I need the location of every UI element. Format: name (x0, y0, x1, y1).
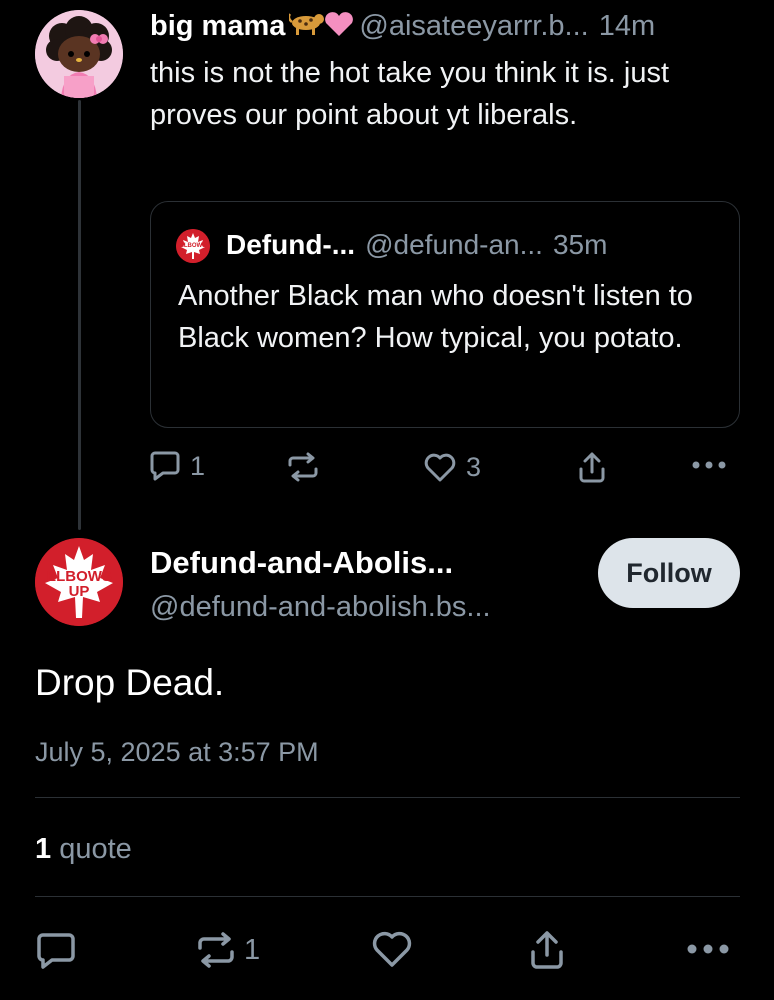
reply-count: 1 (190, 450, 206, 481)
quoted-post-card[interactable]: ELBOWS Defund-... @defund-an... 35m Anothe… (150, 201, 740, 428)
quoted-author-handle[interactable]: @defund-an... (365, 229, 543, 260)
quote-label: quote (59, 833, 132, 865)
author-emoji (288, 8, 355, 49)
repost-icon (288, 452, 318, 482)
cartoon-avatar-icon (35, 10, 123, 98)
main-share-button[interactable] (528, 928, 566, 970)
elbows-up-logo-icon: ELBOWS UP (35, 538, 123, 626)
svg-text:ELBOWS: ELBOWS (180, 243, 206, 249)
repost-icon (198, 932, 234, 968)
reply-button[interactable]: 1 (150, 450, 205, 482)
repost-button[interactable] (287, 452, 319, 482)
main-more-options-button[interactable] (686, 943, 730, 955)
more-options-button[interactable] (691, 460, 727, 470)
author-handle[interactable]: @aisateeyarrr.b... (359, 10, 588, 42)
like-button[interactable]: 3 (424, 452, 481, 483)
ellipsis-icon (692, 461, 726, 469)
reply-icon (37, 933, 75, 969)
follow-button[interactable]: Follow (598, 538, 740, 608)
divider (35, 797, 740, 798)
main-reply-button[interactable] (36, 932, 76, 970)
main-author-avatar[interactable]: ELBOWS UP (35, 538, 123, 626)
heart-icon (424, 453, 456, 481)
like-count: 3 (466, 452, 482, 482)
reply-icon (150, 451, 180, 481)
author-avatar[interactable] (35, 10, 123, 98)
main-like-button[interactable] (372, 931, 412, 969)
leopard-heart-emoji-icon (288, 12, 354, 37)
post-header: big mama @aisateeyarrr.b... 14m (150, 6, 655, 49)
quote-count-link[interactable]: 1 quote (35, 829, 132, 869)
main-repost-button[interactable]: 1 (196, 932, 260, 968)
divider (35, 896, 740, 897)
main-post-text: Drop Dead. (35, 662, 225, 703)
share-button[interactable] (577, 450, 607, 484)
thread-connector-line (78, 100, 81, 530)
author-name[interactable]: big mama (150, 10, 285, 42)
avatar-text-bottom: UP (69, 583, 90, 600)
quoted-author-name[interactable]: Defund-... (226, 229, 355, 260)
main-repost-count: 1 (244, 933, 261, 966)
ellipsis-icon (687, 944, 729, 954)
post-text: this is not the hot take you think it is… (150, 57, 670, 131)
quoted-post-header: Defund-... @defund-an... 35m (226, 225, 607, 265)
quoted-post-text: Another Black man who doesn't listen to … (178, 280, 693, 354)
elbows-up-maple-leaf-icon: ELBOWS (176, 229, 210, 263)
quoted-post-time: 35m (552, 229, 608, 260)
heart-icon (372, 931, 412, 967)
quote-count: 1 (35, 833, 52, 865)
main-author-name[interactable]: Defund-and-Abolis... (150, 541, 453, 585)
share-icon (531, 931, 563, 969)
post-time: 14m (598, 10, 656, 42)
main-author-handle[interactable]: @defund-and-abolish.bs... (150, 587, 491, 627)
quoted-author-avatar: ELBOWS (176, 229, 210, 263)
share-icon (579, 452, 605, 483)
post-timestamp: July 5, 2025 at 3:57 PM (35, 737, 319, 767)
